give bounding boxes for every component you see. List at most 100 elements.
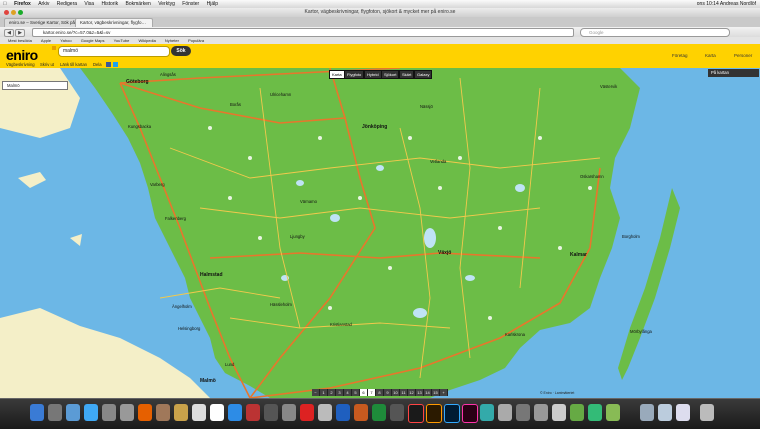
- zoom-level[interactable]: 8: [376, 389, 384, 396]
- documents-stack-icon[interactable]: [658, 404, 672, 421]
- on-map-dropdown[interactable]: På kartan: [708, 69, 759, 77]
- app-icon[interactable]: [264, 404, 278, 421]
- map-canvas[interactable]: Göteborg Borås Jönköping Växjö Halmstad …: [0, 68, 760, 398]
- bookmark-item[interactable]: Wikipedia: [138, 37, 155, 44]
- illustrator-icon[interactable]: [426, 404, 442, 423]
- menu-item-hjalp[interactable]: Hjälp: [204, 0, 221, 8]
- maptype-galaxy[interactable]: Galaxy: [414, 70, 433, 79]
- app-icon[interactable]: [552, 404, 566, 421]
- twitter-icon[interactable]: [113, 62, 118, 67]
- trash-icon[interactable]: [700, 404, 714, 421]
- home-icon[interactable]: [52, 46, 56, 50]
- browser-search-field[interactable]: Google: [580, 28, 730, 37]
- dashboard-icon[interactable]: [48, 404, 62, 421]
- menu-item-historik[interactable]: Historik: [98, 0, 121, 8]
- zoom-level[interactable]: 15: [432, 389, 440, 396]
- finder-icon[interactable]: [30, 404, 44, 421]
- tab-eniro-kartor[interactable]: Kartor, vägbeskrivningar, flygfo…: [75, 18, 153, 27]
- maptype-skart[interactable]: Skärt: [399, 70, 415, 79]
- forward-button[interactable]: ▶: [15, 29, 25, 37]
- bookmark-item[interactable]: Yahoo: [60, 37, 71, 44]
- app-icon[interactable]: [606, 404, 620, 421]
- itunes-icon[interactable]: [228, 404, 242, 421]
- flash-icon[interactable]: [408, 404, 424, 423]
- zoom-level[interactable]: 4: [344, 389, 352, 396]
- maptype-karta[interactable]: Karta: [329, 70, 345, 79]
- acrobat-icon[interactable]: [300, 404, 314, 421]
- mail-icon[interactable]: [66, 404, 80, 421]
- folder-stack-icon[interactable]: [676, 404, 690, 421]
- zoom-out-button[interactable]: −: [312, 389, 320, 396]
- excel-icon[interactable]: [372, 404, 386, 421]
- link-foretag[interactable]: Företag: [672, 53, 688, 58]
- zoom-level-current[interactable]: 7: [368, 389, 376, 396]
- firefox-icon[interactable]: [138, 404, 152, 421]
- downloads-stack-icon[interactable]: [640, 404, 654, 421]
- zoom-level[interactable]: 12: [408, 389, 416, 396]
- menu-item-fonster[interactable]: Fönster: [179, 0, 202, 8]
- app-icon[interactable]: [498, 404, 512, 421]
- maptype-hybrid[interactable]: Hybrid: [364, 70, 382, 79]
- bookmark-item[interactable]: Populära: [188, 37, 204, 44]
- search-result-box[interactable]: Malmö: [2, 81, 68, 90]
- bookmark-item[interactable]: Apple: [41, 37, 51, 44]
- close-window-button[interactable]: [4, 10, 9, 15]
- photo-booth-icon[interactable]: [246, 404, 260, 421]
- zoom-level[interactable]: 6: [360, 389, 368, 396]
- zoom-level[interactable]: 5: [352, 389, 360, 396]
- zoom-level[interactable]: 9: [384, 389, 392, 396]
- maptype-flygfoto[interactable]: Flygfoto: [344, 70, 365, 79]
- menu-item-verktyg[interactable]: Verktyg: [155, 0, 178, 8]
- tab-eniro-home[interactable]: eniro.se – Sverige Kartor, Sök på Eniro: [4, 18, 78, 27]
- bookmark-item[interactable]: Mest besökta: [8, 37, 32, 44]
- search-input[interactable]: malmö: [58, 46, 170, 57]
- app-icon[interactable]: [534, 404, 548, 421]
- menu-item-bokmarken[interactable]: Bokmärken: [123, 0, 154, 8]
- print-link[interactable]: Skriv ut: [40, 61, 54, 68]
- app-icon[interactable]: [516, 404, 530, 421]
- zoom-level[interactable]: 3: [336, 389, 344, 396]
- photoshop-icon[interactable]: [444, 404, 460, 423]
- word-icon[interactable]: [336, 404, 350, 421]
- address-book-icon[interactable]: [192, 404, 206, 421]
- app-icon[interactable]: [282, 404, 296, 421]
- calendar-icon[interactable]: [210, 404, 224, 421]
- zoom-level[interactable]: 13: [416, 389, 424, 396]
- url-bar[interactable]: kartor.eniro.se/?c=57.0&z=5&l=sv: [32, 28, 574, 37]
- app-icon[interactable]: [588, 404, 602, 421]
- bookmark-item[interactable]: Google Maps: [81, 37, 105, 44]
- bookmark-item[interactable]: YouTube: [114, 37, 130, 44]
- app-icon[interactable]: [480, 404, 494, 421]
- app-icon[interactable]: [318, 404, 332, 421]
- zoom-window-button[interactable]: [18, 10, 23, 15]
- safari-icon[interactable]: [84, 404, 98, 421]
- back-button[interactable]: ◀: [4, 29, 14, 37]
- powerpoint-icon[interactable]: [354, 404, 368, 421]
- apple-icon[interactable]: : [0, 0, 10, 8]
- zoom-level[interactable]: 2: [328, 389, 336, 396]
- app-icon[interactable]: [156, 404, 170, 421]
- link-personer[interactable]: Personer: [734, 53, 752, 58]
- menu-item-firefox[interactable]: Firefox: [11, 0, 34, 8]
- app-icon[interactable]: [102, 404, 116, 421]
- app-icon[interactable]: [174, 404, 188, 421]
- directions-link[interactable]: Vägbeskrivning: [6, 61, 35, 68]
- app-icon[interactable]: [390, 404, 404, 421]
- zoom-level[interactable]: 10: [392, 389, 400, 396]
- link-karta[interactable]: Karta: [705, 53, 716, 58]
- minimize-window-button[interactable]: [11, 10, 16, 15]
- zoom-level[interactable]: 14: [424, 389, 432, 396]
- search-button[interactable]: Sök: [171, 46, 191, 56]
- menu-item-arkiv[interactable]: Arkiv: [35, 0, 52, 8]
- facebook-icon[interactable]: [106, 62, 111, 67]
- link-to-map[interactable]: Länk till kartan: [60, 61, 87, 68]
- indesign-icon[interactable]: [462, 404, 478, 423]
- app-icon[interactable]: [120, 404, 134, 421]
- menu-item-visa[interactable]: Visa: [81, 0, 97, 8]
- bookmark-item[interactable]: Nyheter: [165, 37, 179, 44]
- zoom-level[interactable]: 1: [320, 389, 328, 396]
- share-link[interactable]: Dela: [93, 61, 102, 68]
- app-icon[interactable]: [570, 404, 584, 421]
- maptype-sjokort[interactable]: Sjökort: [381, 70, 400, 79]
- zoom-level[interactable]: 11: [400, 389, 408, 396]
